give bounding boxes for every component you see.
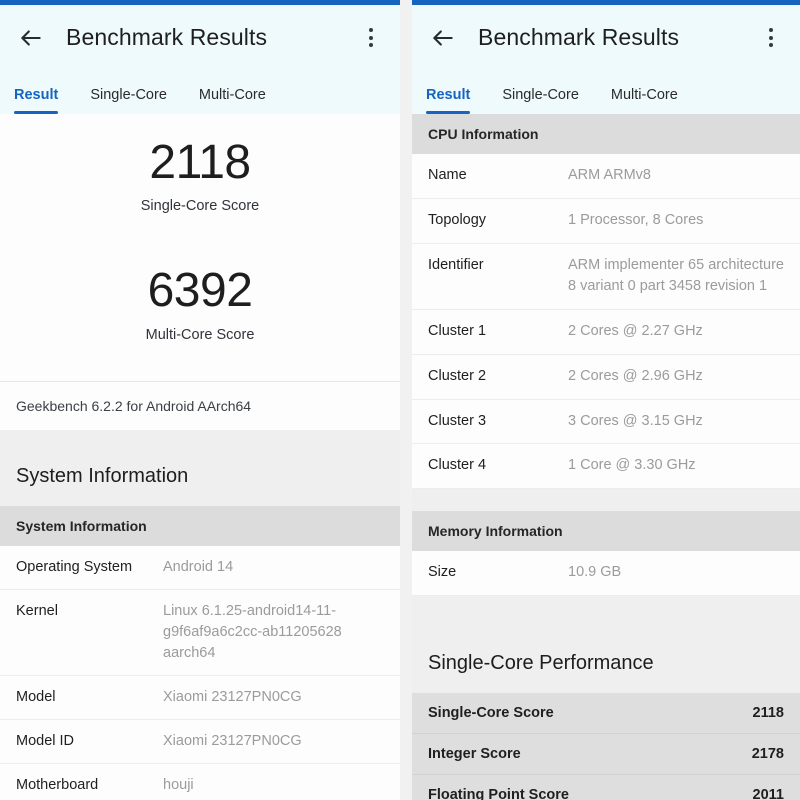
app-bar-left: Benchmark Results [0, 5, 400, 70]
row-key: Cluster 2 [428, 367, 487, 384]
left-scroll-body[interactable]: 2118 Single-Core Score 6392 Multi-Core S… [0, 114, 400, 800]
left-panel: Benchmark Results Result Single-Core Mul… [0, 0, 400, 800]
overflow-menu-icon[interactable] [356, 21, 386, 55]
single-core-score-block: 2118 Single-Core Score [0, 114, 400, 221]
multi-core-score-label: Multi-Core Score [145, 326, 255, 343]
tab-multi-core[interactable]: Multi-Core [199, 87, 266, 114]
perf-row-key: Integer Score [428, 745, 521, 762]
row-value: ARM implementer 65 architecture 8 varian… [568, 256, 784, 295]
table-header-memory-information: Memory Information [412, 511, 800, 551]
perf-row-value: 2118 [752, 704, 784, 721]
app-bar-right: Benchmark Results [412, 5, 800, 70]
row-value: 1 Core @ 3.30 GHz [568, 457, 696, 474]
page-title: Benchmark Results [66, 24, 268, 50]
table-row: Identifier ARM implementer 65 architectu… [412, 243, 800, 310]
section-divider [412, 489, 800, 511]
row-value: Xiaomi 23127PN0CG [163, 732, 302, 749]
tab-single-core[interactable]: Single-Core [502, 87, 579, 114]
dual-pane-screenshot: Benchmark Results Result Single-Core Mul… [0, 0, 800, 800]
table-header-system-information: System Information [0, 505, 400, 546]
back-arrow-icon[interactable] [14, 21, 48, 55]
table-row: Kernel Linux 6.1.25-android14-11-g9f6af9… [0, 589, 400, 676]
section-divider [412, 595, 800, 626]
table-row: Model Xiaomi 23127PN0CG [0, 675, 400, 720]
memory-information-table: Memory Information Size 10.9 GB [412, 511, 800, 596]
row-key: Cluster 4 [428, 457, 487, 474]
perf-row: Single-Core Score 2118 [412, 692, 800, 734]
system-information-heading: System Information [0, 438, 400, 506]
cpu-information-table: CPU Information Name ARM ARMv8 Topology … [412, 114, 800, 489]
row-key: Model [16, 688, 56, 705]
section-divider [0, 429, 400, 439]
row-value: 2 Cores @ 2.27 GHz [568, 323, 703, 339]
row-key: Operating System [16, 558, 133, 575]
single-core-performance-heading: Single-Core Performance [412, 625, 800, 693]
tab-multi-core[interactable]: Multi-Core [611, 87, 678, 114]
tab-bar-left: Result Single-Core Multi-Core [0, 70, 400, 114]
tab-bar-right: Result Single-Core Multi-Core [412, 70, 800, 114]
row-value: Xiaomi 23127PN0CG [163, 688, 302, 705]
perf-row-value: 2178 [751, 745, 784, 762]
row-key: Model ID [16, 732, 75, 749]
table-row: Name ARM ARMv8 [412, 154, 800, 199]
multi-core-score-block: 6392 Multi-Core Score [0, 220, 400, 381]
page-title: Benchmark Results [478, 24, 680, 50]
overflow-menu-icon[interactable] [756, 21, 786, 55]
tab-result[interactable]: Result [14, 87, 59, 114]
perf-row-value: 2011 [752, 786, 784, 800]
right-scroll-body[interactable]: CPU Information Name ARM ARMv8 Topology … [412, 114, 800, 800]
row-key: Topology [428, 211, 487, 228]
perf-row-key: Single-Core Score [428, 704, 554, 721]
row-key: Name [428, 167, 467, 183]
row-key: Size [428, 564, 457, 580]
table-row: Cluster 3 3 Cores @ 3.15 GHz [412, 399, 800, 445]
table-header-cpu-information: CPU Information [412, 114, 800, 154]
row-key: Cluster 1 [428, 323, 487, 339]
table-row: Operating System Android 14 [0, 545, 400, 590]
perf-row: Floating Point Score 2011 [412, 774, 800, 800]
table-row: Cluster 4 1 Core @ 3.30 GHz [412, 444, 800, 489]
row-value: Linux 6.1.25-android14-11-g9f6af9a6c2cc-… [163, 602, 342, 661]
row-key: Kernel [16, 602, 58, 619]
row-value: 1 Processor, 8 Cores [568, 211, 704, 228]
row-value: Android 14 [163, 558, 234, 575]
table-row: Size 10.9 GB [412, 551, 800, 596]
single-core-performance-table: Single-Core Score 2118 Integer Score 217… [412, 692, 800, 800]
tab-result[interactable]: Result [426, 87, 471, 114]
perf-row-key: Floating Point Score [428, 786, 569, 800]
row-value: houji [163, 776, 194, 793]
single-core-score-label: Single-Core Score [140, 198, 260, 215]
row-key: Cluster 3 [428, 412, 487, 429]
table-row: Topology 1 Processor, 8 Cores [412, 198, 800, 244]
geekbench-version-text: Geekbench 6.2.2 for Android AArch64 [0, 380, 400, 430]
table-row: Cluster 2 2 Cores @ 2.96 GHz [412, 354, 800, 400]
row-value: 3 Cores @ 3.15 GHz [568, 412, 703, 429]
system-information-table: System Information Operating System Andr… [0, 505, 400, 800]
back-arrow-icon[interactable] [426, 21, 460, 55]
row-value: ARM ARMv8 [568, 167, 651, 183]
table-row: Motherboard houji [0, 763, 400, 800]
row-key: Motherboard [16, 776, 99, 793]
tab-single-core[interactable]: Single-Core [90, 87, 167, 114]
scores-card: 2118 Single-Core Score 6392 Multi-Core S… [0, 114, 400, 430]
perf-row: Integer Score 2178 [412, 733, 800, 775]
row-value: 10.9 GB [568, 564, 622, 580]
row-value: 2 Cores @ 2.96 GHz [568, 367, 703, 384]
single-core-score-value: 2118 [149, 136, 251, 189]
right-panel: Benchmark Results Result Single-Core Mul… [400, 0, 800, 800]
multi-core-score-value: 6392 [147, 264, 253, 318]
row-key: Identifier [428, 256, 484, 273]
table-row: Model ID Xiaomi 23127PN0CG [0, 719, 400, 764]
table-row: Cluster 1 2 Cores @ 2.27 GHz [412, 310, 800, 355]
